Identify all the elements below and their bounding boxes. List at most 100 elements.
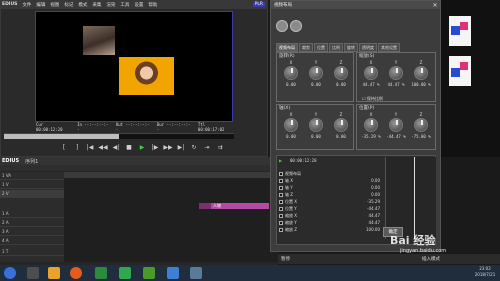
app-icon[interactable] [190,267,202,279]
rotary-knob[interactable] [414,118,428,132]
sequence-tab[interactable]: 序列1 [25,158,38,165]
menu-mode[interactable]: 模式 [78,2,87,8]
keyframe-checkbox[interactable] [279,206,283,211]
keyframe-row[interactable]: 缩放 Z 100.00 [279,226,384,233]
keyframe-row[interactable]: 轴 Y 0.00 [279,184,384,191]
knob-value[interactable]: 100.00 % [410,82,432,87]
knob-value[interactable]: 0.00 [280,82,302,87]
app-icon[interactable] [167,267,179,279]
knob-value[interactable]: 44.47 % [360,82,382,87]
knob-value[interactable]: 0.00 [305,82,327,87]
knob-value[interactable]: -75.00 % [410,134,432,139]
track-header[interactable]: 3 A [0,228,64,236]
knob-value[interactable]: 44.47 % [385,82,407,87]
tab-opacity[interactable]: 透明度 [359,43,377,52]
loop-icon[interactable]: ↻ [190,144,198,152]
tab-other-settings[interactable]: 其他设置 [378,43,400,52]
play-icon[interactable]: ▶ [138,144,146,152]
keyframe-row[interactable]: 轴 X 0.00 [279,177,384,184]
keyframe-checkbox[interactable] [279,185,283,190]
keyframe-value[interactable]: 44.47 [369,220,380,225]
lock-ratio-label[interactable]: ☐ 保持比例 [362,96,383,102]
knob-value[interactable]: -44.47 % [385,134,407,139]
keyframe-row[interactable]: 缩放 X 44.47 [279,212,384,219]
keyframe-value[interactable]: -35.29 [367,199,380,204]
keyframe-checkbox[interactable] [279,199,283,204]
keyframe-value[interactable]: 0.00 [371,192,380,197]
keyframe-checkbox[interactable] [279,192,283,197]
rotary-knob[interactable] [364,118,378,132]
track-header[interactable]: 4 A [0,237,64,245]
preset-button[interactable] [290,20,302,32]
tab-crop[interactable]: 裁剪 [299,43,313,52]
menu-render[interactable]: 渲染 [106,2,115,8]
stop-icon[interactable]: ■ [125,144,133,152]
track-header[interactable]: 2 A [0,219,64,227]
fast-forward-icon[interactable]: ▶▶ [163,144,172,152]
rotary-knob[interactable] [284,66,298,80]
step-forward-icon[interactable]: |▶ [151,144,159,152]
menu-settings[interactable]: 设置 [134,2,143,8]
keyframe-value[interactable]: 0.00 [371,185,380,190]
timeline-tracks[interactable]: 人物 [64,172,278,262]
keyframe-checkbox[interactable] [279,213,283,218]
go-start-icon[interactable]: |◀ [86,144,94,152]
keyframe-value[interactable]: 100.00 [366,227,380,232]
rotary-knob[interactable] [334,118,348,132]
rotary-knob[interactable] [284,118,298,132]
track-header[interactable]: 1 T [0,248,64,256]
step-back-icon[interactable]: ◀| [112,144,120,152]
keyframe-value[interactable]: -44.47 [367,206,380,211]
rotary-knob[interactable] [309,66,323,80]
rotary-knob[interactable] [334,66,348,80]
menu-capture[interactable]: 采集 [92,2,101,8]
menu-edit[interactable]: 编辑 [36,2,45,8]
overwrite-icon[interactable]: ⇉ [216,144,224,152]
keyframe-row[interactable]: 位置 Y -44.47 [279,205,384,212]
tab-video-layout[interactable]: 视频布局 [276,43,298,52]
keyframe-row[interactable]: 轴 Z 0.00 [279,191,384,198]
rotary-knob[interactable] [389,66,403,80]
set-out-icon[interactable]: ] [73,144,81,152]
set-in-icon[interactable]: [ [60,144,68,152]
keyframe-row[interactable]: 缩放 Y 44.47 [279,219,384,226]
rotary-knob[interactable] [414,66,428,80]
explorer-icon[interactable] [48,267,60,279]
track-header[interactable]: 1 V [0,181,64,189]
mode-badge[interactable]: PLR [252,2,265,7]
close-icon[interactable]: ✕ [431,1,439,9]
browser-icon[interactable] [70,267,82,279]
preset-button[interactable] [276,20,288,32]
track-header[interactable]: 1 A [0,210,64,218]
menu-mark[interactable]: 标记 [64,2,73,8]
menu-help[interactable]: 帮助 [148,2,157,8]
app-icon[interactable] [143,267,155,279]
keyframe-checkbox[interactable] [279,227,283,232]
keyframe-row[interactable]: 视频布局 [279,170,384,177]
knob-value[interactable]: 0.00 [330,134,352,139]
rotary-knob[interactable] [389,118,403,132]
keyframe-checkbox[interactable] [279,178,283,183]
menu-view[interactable]: 视图 [50,2,59,8]
keyframe-checkbox[interactable] [279,220,283,225]
app-icon[interactable] [95,267,107,279]
tab-position[interactable]: 位置 [314,43,328,52]
keyframe-row[interactable]: 位置 X -35.29 [279,198,384,205]
start-icon[interactable] [4,267,16,279]
menu-tools[interactable]: 工具 [120,2,129,8]
insert-icon[interactable]: ⇥ [203,144,211,152]
keyframe-value[interactable]: 0.00 [371,178,380,183]
keyframe-checkbox[interactable] [279,171,283,176]
menu-file[interactable]: 文件 [22,2,31,8]
rewind-icon[interactable]: ◀◀ [98,144,107,152]
keyframe-value[interactable]: 44.47 [369,213,380,218]
timeline-ruler[interactable] [64,172,278,178]
tab-scale[interactable]: 比例 [329,43,343,52]
go-end-icon[interactable]: ▶| [177,144,185,152]
kf-play-icon[interactable]: ▶ [279,158,282,163]
knob-value[interactable]: -35.29 % [360,134,382,139]
app-icon[interactable] [119,267,131,279]
knob-value[interactable]: 0.00 [305,134,327,139]
tab-rotation[interactable]: 旋转 [344,43,358,52]
scrub-bar[interactable] [4,133,234,139]
